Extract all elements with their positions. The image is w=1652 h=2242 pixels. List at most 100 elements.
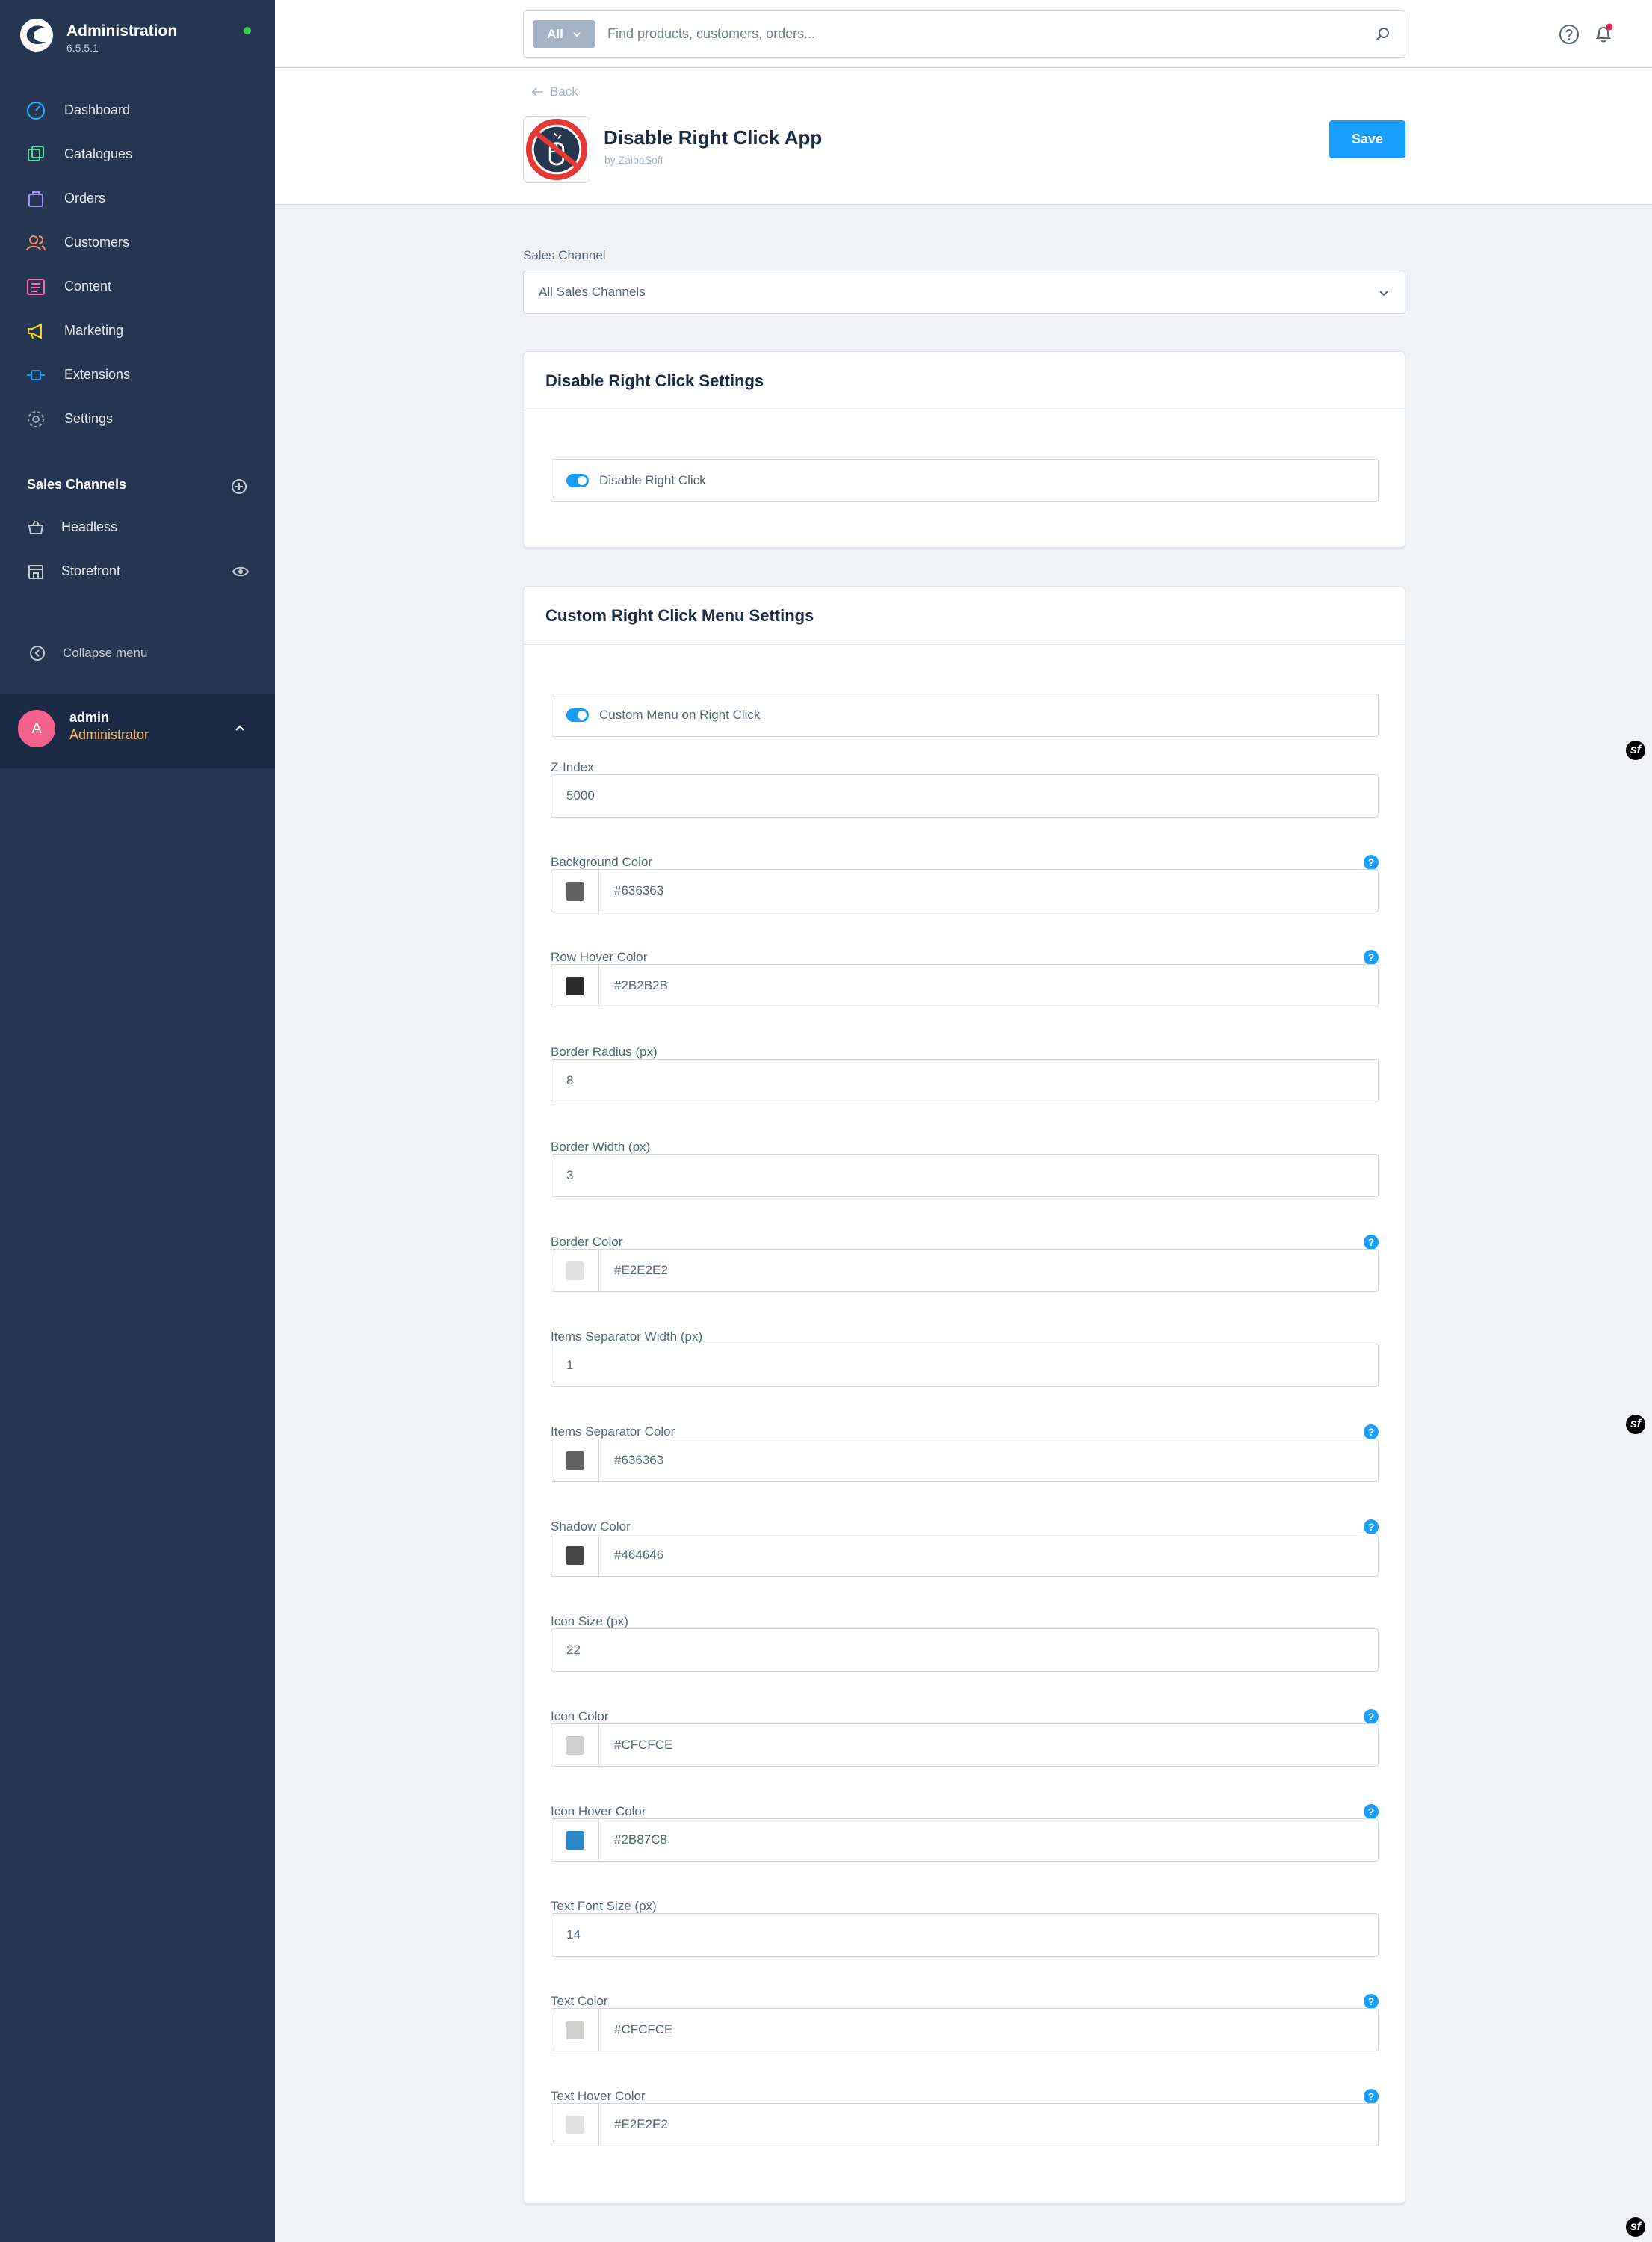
color-picker-field[interactable]: #CFCFCE: [551, 2008, 1379, 2051]
color-picker-field[interactable]: #2B87C8: [551, 1818, 1379, 1862]
sidebar-header: Administration 6.5.5.1: [0, 0, 275, 76]
field-label: Shadow Color: [551, 1519, 631, 1534]
chevron-up-icon[interactable]: [232, 720, 247, 735]
custom-menu-switch[interactable]: Custom Menu on Right Click: [551, 694, 1379, 737]
sales-channel-item-storefront[interactable]: Storefront: [0, 549, 275, 593]
color-picker-field[interactable]: #E2E2E2: [551, 1249, 1379, 1292]
color-picker-field[interactable]: #E2E2E2: [551, 2103, 1379, 2146]
nav-item-settings[interactable]: Settings: [0, 397, 275, 441]
nav-item-extensions[interactable]: Extensions: [0, 353, 275, 397]
toggle-switch[interactable]: [566, 474, 589, 487]
sales-channels-title: Sales Channels: [27, 477, 127, 492]
nav-label: Dashboard: [64, 102, 131, 117]
color-swatch-button[interactable]: [551, 1439, 599, 1481]
color-picker-field[interactable]: #CFCFCE: [551, 1723, 1379, 1767]
field-label: Icon Size (px): [551, 1614, 628, 1628]
field-value: 8: [566, 1073, 574, 1087]
field-value: #2B2B2B: [614, 978, 668, 992]
color-swatch-button[interactable]: [551, 965, 599, 1007]
number-field[interactable]: 3: [551, 1154, 1379, 1197]
add-sales-channel-icon[interactable]: [230, 478, 248, 495]
sales-channel-label: Headless: [61, 519, 118, 534]
number-field[interactable]: 22: [551, 1628, 1379, 1672]
sales-channel-select[interactable]: All Sales Channels: [523, 271, 1405, 314]
eye-icon[interactable]: [232, 563, 250, 581]
field-label: Icon Hover Color: [551, 1804, 646, 1818]
orders-icon: [28, 191, 43, 207]
nav-label: Orders: [64, 191, 106, 206]
nav-item-catalogues[interactable]: Catalogues: [0, 132, 275, 176]
number-field[interactable]: 5000: [551, 774, 1379, 818]
help-icon[interactable]: ?: [1364, 2089, 1379, 2104]
sales-channel-item-headless[interactable]: Headless: [0, 505, 275, 549]
color-swatch: [566, 2020, 584, 2039]
symfony-toolbar-icon[interactable]: sf: [1626, 2217, 1645, 2237]
customers-icon: [26, 235, 46, 250]
color-swatch-button[interactable]: [551, 2009, 599, 2051]
disable-right-click-card: Disable Right Click Settings Disable Rig…: [523, 351, 1405, 548]
help-icon[interactable]: ?: [1364, 855, 1379, 870]
save-button[interactable]: Save: [1329, 120, 1405, 158]
search-input[interactable]: [607, 20, 1347, 48]
field-label: Border Width (px): [551, 1140, 651, 1154]
back-link[interactable]: Back: [532, 84, 578, 99]
search-type-select[interactable]: All: [533, 20, 595, 48]
app-icon: [523, 116, 590, 183]
dashboard-icon: [27, 101, 45, 120]
number-field[interactable]: 1: [551, 1344, 1379, 1387]
collapse-menu-button[interactable]: Collapse menu: [28, 644, 147, 662]
color-picker-field[interactable]: #636363: [551, 1439, 1379, 1482]
field-label: Z-Index: [551, 760, 594, 774]
symfony-toolbar-icon[interactable]: sf: [1626, 741, 1645, 760]
help-icon[interactable]: ?: [1364, 950, 1379, 965]
color-swatch-button[interactable]: [551, 1250, 599, 1291]
help-icon[interactable]: [1558, 23, 1580, 46]
shopware-logo-icon[interactable]: [19, 18, 54, 52]
nav-item-marketing[interactable]: Marketing: [0, 309, 275, 353]
search-icon[interactable]: [1375, 26, 1391, 43]
color-picker-field[interactable]: #2B2B2B: [551, 964, 1379, 1007]
chevron-down-icon: [1379, 291, 1388, 297]
custom-menu-card: Custom Right Click Menu Settings Custom …: [523, 586, 1405, 2204]
help-icon[interactable]: ?: [1364, 1994, 1379, 2009]
color-swatch: [566, 1261, 584, 1280]
field-value: #E2E2E2: [614, 2117, 668, 2131]
help-icon[interactable]: ?: [1364, 1519, 1379, 1534]
symfony-toolbar-icon[interactable]: sf: [1626, 1415, 1645, 1434]
nav-item-customers[interactable]: Customers: [0, 220, 275, 265]
toggle-switch[interactable]: [566, 708, 589, 722]
help-icon[interactable]: ?: [1364, 1709, 1379, 1724]
field-value: #CFCFCE: [614, 1738, 673, 1752]
color-swatch-button[interactable]: [551, 1819, 599, 1861]
disable-right-click-switch[interactable]: Disable Right Click: [551, 459, 1379, 502]
field-label: Text Font Size (px): [551, 1899, 657, 1913]
color-swatch-button[interactable]: [551, 870, 599, 912]
help-icon[interactable]: ?: [1364, 1235, 1379, 1250]
field-label: Border Radius (px): [551, 1045, 658, 1059]
sidebar: Administration 6.5.5.1 Dashboard Catalog…: [0, 0, 275, 2242]
nav-item-content[interactable]: Content: [0, 265, 275, 309]
chevron-down-icon: [573, 31, 581, 37]
help-icon[interactable]: ?: [1364, 1804, 1379, 1819]
bell-icon[interactable]: [1592, 22, 1615, 45]
color-swatch-button[interactable]: [551, 2104, 599, 2146]
nav-item-orders[interactable]: Orders: [0, 176, 275, 220]
field-label: Row Hover Color: [551, 950, 648, 964]
catalogues-icon: [28, 145, 44, 161]
user-role: Administrator: [69, 727, 149, 742]
number-field[interactable]: 14: [551, 1913, 1379, 1957]
color-picker-field[interactable]: #636363: [551, 869, 1379, 912]
color-swatch-button[interactable]: [551, 1724, 599, 1766]
field-value: #464646: [614, 1548, 664, 1562]
help-icon[interactable]: ?: [1364, 1424, 1379, 1439]
top-bar: All: [275, 0, 1652, 68]
global-search: All: [523, 10, 1405, 58]
user-menu[interactable]: A admin Administrator: [0, 694, 275, 768]
color-swatch-button[interactable]: [551, 1534, 599, 1576]
nav-label: Extensions: [64, 367, 131, 382]
field-label: Icon Color: [551, 1709, 609, 1723]
app-version: 6.5.5.1: [66, 42, 99, 54]
number-field[interactable]: 8: [551, 1059, 1379, 1102]
nav-item-dashboard[interactable]: Dashboard: [0, 88, 275, 132]
color-picker-field[interactable]: #464646: [551, 1534, 1379, 1577]
